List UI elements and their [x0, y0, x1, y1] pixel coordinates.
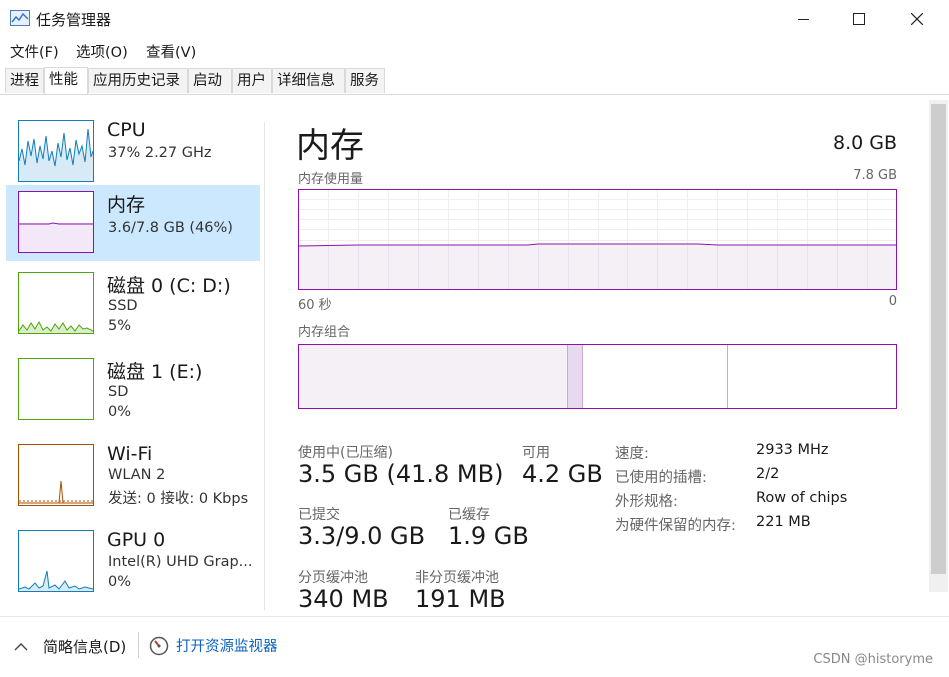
sidebar-cpu-title: CPU: [107, 119, 146, 141]
sidebar-item-cpu[interactable]: CPU 37% 2.27 GHz: [6, 114, 260, 190]
title-bar: 任务管理器: [0, 0, 949, 38]
in-use-value: 3.5 GB (41.8 MB): [298, 460, 504, 488]
panel-divider: [264, 122, 265, 610]
sidebar-memory-detail: 3.6/7.8 GB (46%): [108, 220, 233, 236]
tab-app-history[interactable]: 应用历史记录: [88, 68, 188, 93]
form-factor-key: 外形规格:: [615, 494, 678, 510]
graph-time-right: 0: [888, 294, 897, 309]
vertical-scrollbar[interactable]: [929, 100, 948, 592]
sidebar-item-disk1[interactable]: 磁盘 1 (E:) SD 0%: [6, 352, 260, 428]
resource-list: CPU 37% 2.27 GHz 内存 3.6/7.8 GB (46%) 磁盘 …: [0, 96, 264, 616]
composition-label: 内存组合: [298, 325, 351, 340]
sidebar-gpu-model: Intel(R) UHD Grap...: [108, 554, 253, 570]
in-use-label: 使用中(已压缩): [298, 445, 393, 461]
composition-modified: [567, 345, 582, 408]
graph-time-left: 60 秒: [298, 298, 332, 313]
close-icon: [911, 13, 923, 25]
nonpaged-pool-value: 191 MB: [415, 585, 506, 613]
memory-usage-graph: [298, 189, 897, 290]
memory-composition-bar: [298, 344, 897, 409]
sidebar-disk0-usage: 5%: [108, 318, 132, 334]
sidebar-gpu-usage: 0%: [108, 574, 132, 590]
tab-performance[interactable]: 性能: [44, 67, 88, 94]
composition-in-use: [299, 345, 567, 408]
maximize-icon: [853, 13, 865, 25]
minimize-icon: [797, 18, 809, 20]
cached-value: 1.9 GB: [448, 522, 529, 550]
disk0-thumbnail-graph: [18, 272, 94, 334]
usage-graph-max: 7.8 GB: [853, 168, 897, 183]
fewer-details-toggle[interactable]: 简略信息(D): [14, 636, 126, 657]
menu-bar: 文件(F) 选项(O) 查看(V): [0, 38, 949, 64]
hardware-reserved-key: 为硬件保留的内存:: [615, 518, 736, 534]
tab-details[interactable]: 详细信息: [272, 68, 345, 93]
bottom-bar: 简略信息(D) 打开资源监视器 CSDN @historyme: [0, 616, 949, 677]
tab-strip: 进程 性能 应用历史记录 启动 用户 详细信息 服务: [0, 67, 949, 95]
sidebar-wifi-throughput: 发送: 0 接收: 0 Kbps: [108, 491, 249, 507]
memory-detail-panel: 内存 8.0 GB 内存使用量 7.8 GB 60 秒 0 内存组合 使用中(已…: [280, 96, 920, 616]
watermark: CSDN @historyme: [813, 652, 933, 667]
sidebar-disk0-title: 磁盘 0 (C: D:): [107, 275, 231, 297]
speed-key: 速度:: [615, 446, 649, 462]
sidebar-item-memory[interactable]: 内存 3.6/7.8 GB (46%): [6, 185, 260, 261]
disk1-thumbnail-graph: [18, 358, 94, 420]
page-title: 内存: [296, 126, 364, 166]
resource-monitor-icon: [149, 636, 169, 655]
hardware-reserved-value: 221 MB: [756, 514, 811, 530]
task-manager-app-icon: [10, 10, 30, 26]
wifi-thumbnail-graph: [18, 444, 94, 506]
resource-monitor-label: 打开资源监视器: [176, 639, 278, 655]
slots-value: 2/2: [756, 466, 780, 482]
tab-services[interactable]: 服务: [345, 68, 385, 93]
menu-options[interactable]: 选项(O): [76, 41, 128, 62]
gpu-thumbnail-graph: [18, 530, 94, 592]
cached-label: 已缓存: [448, 507, 490, 523]
available-label: 可用: [522, 445, 550, 461]
committed-value: 3.3/9.0 GB: [298, 522, 426, 550]
scrollbar-thumb[interactable]: [931, 104, 946, 574]
sidebar-memory-title: 内存: [107, 194, 146, 216]
fewer-details-label: 简略信息(D): [43, 638, 127, 656]
cpu-thumbnail-graph: [18, 120, 94, 182]
bottom-divider: [138, 632, 139, 658]
sidebar-wifi-title: Wi-Fi: [107, 443, 153, 465]
minimize-button[interactable]: [774, 0, 832, 38]
tab-users[interactable]: 用户: [232, 68, 272, 93]
paged-pool-label: 分页缓冲池: [298, 570, 368, 586]
sidebar-item-wifi[interactable]: Wi-Fi WLAN 2 发送: 0 接收: 0 Kbps: [6, 438, 260, 514]
total-memory: 8.0 GB: [832, 132, 897, 154]
sidebar-disk1-type: SD: [108, 384, 129, 400]
paged-pool-value: 340 MB: [298, 585, 389, 613]
form-factor-value: Row of chips: [756, 490, 848, 506]
nonpaged-pool-label: 非分页缓冲池: [415, 570, 499, 586]
menu-view[interactable]: 查看(V): [146, 41, 196, 62]
tab-startup[interactable]: 启动: [188, 68, 232, 93]
sidebar-item-gpu[interactable]: GPU 0 Intel(R) UHD Grap... 0%: [6, 524, 260, 600]
sidebar-disk1-usage: 0%: [108, 404, 132, 420]
committed-label: 已提交: [298, 507, 340, 523]
sidebar-gpu-title: GPU 0: [107, 529, 166, 551]
memory-thumbnail-graph: [18, 191, 94, 253]
tab-processes[interactable]: 进程: [5, 68, 44, 93]
chevron-up-icon: [14, 643, 28, 651]
sidebar-disk0-type: SSD: [108, 298, 138, 314]
usage-graph-label: 内存使用量: [298, 172, 364, 187]
window-title: 任务管理器: [36, 11, 112, 29]
open-resource-monitor-link[interactable]: 打开资源监视器: [149, 635, 278, 656]
available-value: 4.2 GB: [522, 460, 603, 488]
sidebar-wifi-adapter: WLAN 2: [108, 467, 166, 483]
slots-key: 已使用的插槽:: [615, 470, 707, 486]
maximize-button[interactable]: [830, 0, 888, 38]
sidebar-cpu-detail: 37% 2.27 GHz: [108, 145, 212, 161]
speed-value: 2933 MHz: [756, 442, 829, 458]
sidebar-item-disk0[interactable]: 磁盘 0 (C: D:) SSD 5%: [6, 266, 260, 342]
close-button[interactable]: [888, 0, 946, 38]
menu-file[interactable]: 文件(F): [10, 41, 59, 62]
sidebar-disk1-title: 磁盘 1 (E:): [107, 361, 203, 383]
